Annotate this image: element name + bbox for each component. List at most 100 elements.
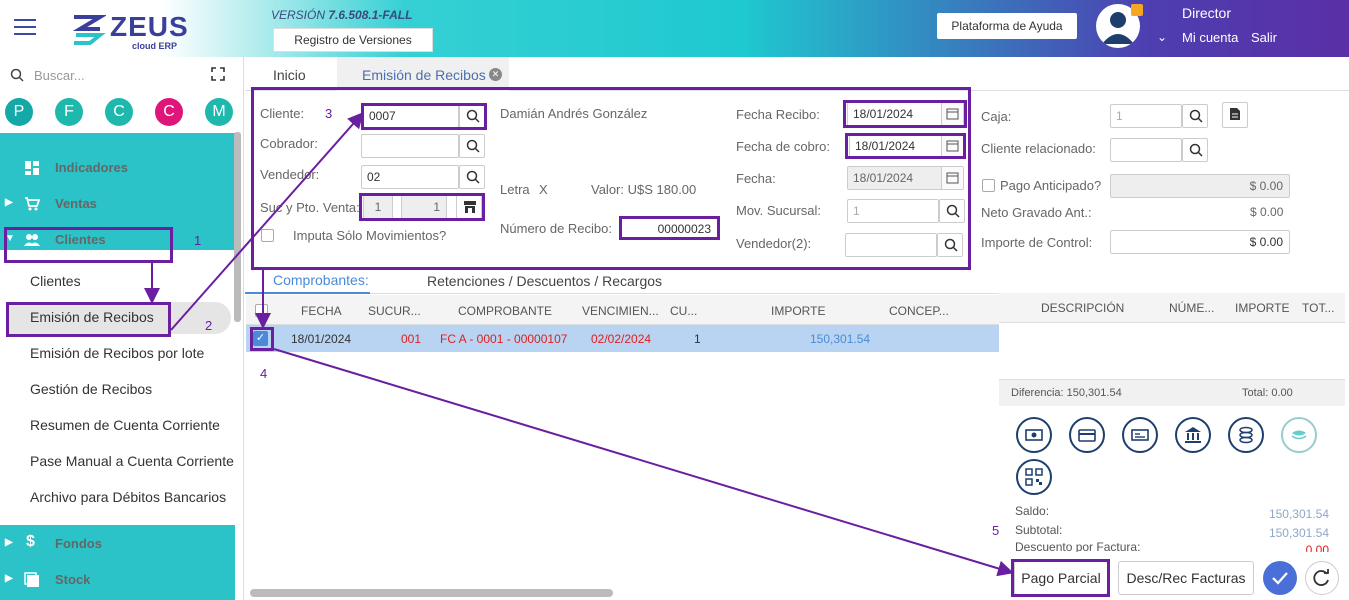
lock-icon [1131,4,1143,16]
user-role: Director [1182,5,1232,21]
annotation-box-clientes [4,227,173,263]
shortcut-f[interactable]: F [55,98,83,126]
shortcut-m[interactable]: M [205,98,233,126]
expand-icon[interactable] [211,67,225,81]
caja-input[interactable]: 1 [1110,104,1182,128]
sidebar-item-stock[interactable]: ▶ Stock [0,562,235,598]
cell-fecha: 18/01/2024 [291,332,352,346]
cell-vencimiento: 02/02/2024 [591,332,652,346]
caja-search-button[interactable] [1182,104,1208,128]
neto-gravado-label: Neto Gravado Ant.: [981,205,1092,220]
col-vencimiento[interactable]: VENCIMIEN... [582,304,659,318]
col-cuota[interactable]: CU... [670,304,697,318]
col-concepto[interactable]: CONCEP... [889,304,949,318]
neto-gravado-value: $ 0.00 [1250,205,1284,219]
col-total[interactable]: TOT... [1302,301,1334,315]
subtotal-label: Subtotal: [1015,523,1063,537]
select-all-checkbox[interactable] [255,304,268,317]
total-label: Total: 0.00 [1242,387,1293,399]
sidebar-subitem-resumen-cc[interactable]: Resumen de Cuenta Corriente [30,417,220,433]
cart-icon [25,197,40,211]
tab-bar: Inicio Emisión de Recibos ✕ [245,57,1349,91]
grid-tabs: Comprobantes: Retenciones / Descuentos /… [245,268,1000,294]
col-descripcion[interactable]: DESCRIPCIÓN [1041,301,1124,315]
check-payment-button[interactable] [1122,417,1158,453]
pago-anticipado-checkbox[interactable] [982,179,995,192]
col-numero[interactable]: NÚME... [1169,301,1214,315]
col-sucursal[interactable]: SUCUR... [368,304,421,318]
cheque-icon [1131,429,1149,441]
col-importe[interactable]: IMPORTE [771,304,825,318]
sidebar-item-fondos[interactable]: ▶ $ Fondos [0,526,235,562]
caret-right-icon: ▶ [5,573,13,584]
document-button[interactable] [1222,102,1248,128]
cell-sucursal: 001 [401,332,422,346]
annotation-box-pago-parcial [1011,559,1110,597]
mi-cuenta-link[interactable]: Mi cuenta [1182,30,1238,45]
annotation-number-3: 3 [325,106,333,121]
cliente-relacionado-search-button[interactable] [1182,138,1208,162]
caret-right-icon: ▶ [5,537,13,548]
close-icon[interactable]: ✕ [489,68,502,81]
sidebar-subitem-gestion-recibos[interactable]: Gestión de Recibos [30,381,152,397]
cliente-relacionado-input[interactable] [1110,138,1182,162]
refresh-button[interactable] [1305,561,1339,595]
sidebar-subitem-pase-manual[interactable]: Pase Manual a Cuenta Corriente [30,453,234,469]
pago-anticipado-label: Pago Anticipado? [1000,178,1102,193]
shortcut-c2[interactable]: C [155,98,183,126]
coins-payment-button[interactable] [1228,417,1264,453]
bank-icon [1185,427,1201,443]
qr-payment-button[interactable] [1016,459,1052,495]
annotation-number-5: 5 [992,523,1000,538]
tab-underline [245,292,370,294]
registro-versiones-button[interactable]: Registro de Versiones [273,28,433,52]
sidebar-item-ventas[interactable]: ▶ Ventas [0,186,235,222]
sidebar-subitem-emision-lote[interactable]: Emisión de Recibos por lote [30,345,204,361]
shortcut-c[interactable]: C [105,98,133,126]
sidebar-item-indicadores[interactable]: Indicadores [0,150,235,186]
refresh-icon [1313,569,1329,586]
tab-retenciones[interactable]: Retenciones / Descuentos / Recargos [427,273,662,289]
sidebar-search[interactable]: Buscar... [10,67,230,85]
tab-emision-recibos[interactable]: Emisión de Recibos ✕ [337,57,509,91]
col-comprobante[interactable]: COMPROBANTE [458,304,552,318]
desc-rec-facturas-button[interactable]: Desc/Rec Facturas [1118,561,1254,595]
descuento-label: Descuento por Factura: [1015,540,1141,552]
zeus-logo-mark [72,15,106,45]
tab-inicio[interactable]: Inicio [273,67,306,83]
col-fecha[interactable]: FECHA [301,304,342,318]
search-input[interactable]: Buscar... [34,68,85,83]
document-icon [1230,108,1240,120]
sidebar-scrollbar[interactable] [234,132,241,322]
plataforma-ayuda-button[interactable]: Plataforma de Ayuda [937,13,1077,39]
cash-payment-button[interactable] [1016,417,1052,453]
payment-grid-footer: Diferencia: 150,301.54 Total: 0.00 [999,379,1345,406]
cliente-relacionado-label: Cliente relacionado: [981,141,1096,156]
cell-comprobante: FC A - 0001 - 00000107 [440,332,568,346]
table-row[interactable]: ✓ 18/01/2024 001 FC A - 0001 - 00000107 … [246,325,999,352]
salir-link[interactable]: Salir [1251,30,1277,45]
importe-control-input[interactable]: $ 0.00 [1110,230,1290,254]
menu-icon[interactable] [14,19,36,37]
transfer-payment-button[interactable] [1281,417,1317,453]
bank-payment-button[interactable] [1175,417,1211,453]
cash-icon [1025,429,1043,441]
annotation-box-cliente-input [361,103,487,130]
card-payment-button[interactable] [1069,417,1105,453]
logo-sub: cloud ERP [132,41,178,51]
zeus-logo[interactable]: ZEUS cloud ERP [70,11,190,51]
tab-comprobantes[interactable]: Comprobantes: [273,272,369,288]
col-importe-pago[interactable]: IMPORTE [1235,301,1289,315]
sidebar-subitem-debitos[interactable]: Archivo para Débitos Bancarios [30,489,226,505]
grid-header: FECHA SUCUR... COMPROBANTE VENCIMIEN... … [246,295,999,325]
annotation-box-fecha-recibo [843,100,967,128]
chevron-down-icon[interactable]: ⌄ [1157,30,1167,44]
cell-importe: 150,301.54 [810,332,871,346]
stock-icon [24,572,39,587]
shortcut-p[interactable]: P [5,98,33,126]
confirm-button[interactable] [1263,561,1297,595]
sidebar-subitem-clientes[interactable]: Clientes [30,273,81,289]
saldo-value: 150,301.54 [1268,507,1329,521]
horizontal-scrollbar[interactable] [250,589,613,597]
annotation-box-numero [619,216,720,240]
